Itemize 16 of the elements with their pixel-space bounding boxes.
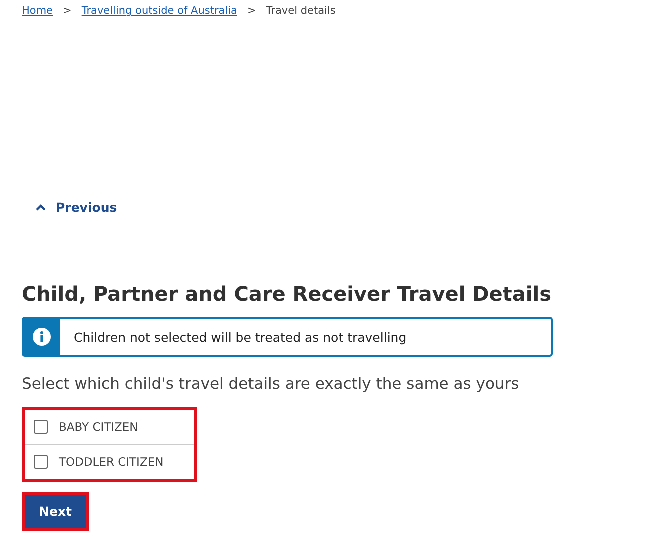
checkbox[interactable] [34,420,48,434]
checkbox-label: TODDLER CITIZEN [59,455,164,469]
info-message: Children not selected will be treated as not travelling [73,330,407,344]
breadcrumb-current: Travel details [266,5,336,17]
breadcrumb-link[interactable]: Home [22,5,54,17]
page-heading: Child, Partner and Care Receiver Travel Details [22,281,552,307]
breadcrumb-separator: > [63,5,72,17]
next-button[interactable]: Next [25,495,86,528]
breadcrumb-link[interactable]: Travelling outside of Australia [82,5,238,17]
chevron-up-icon [36,204,46,211]
checkbox[interactable] [34,455,48,469]
breadcrumb-separator: > [247,5,256,17]
info-icon [33,328,51,346]
question-label: Select which child's travel details are exactly the same as yours [22,375,520,393]
previous-link[interactable]: Previous [36,200,118,215]
checkbox-label: BABY CITIZEN [59,420,138,434]
